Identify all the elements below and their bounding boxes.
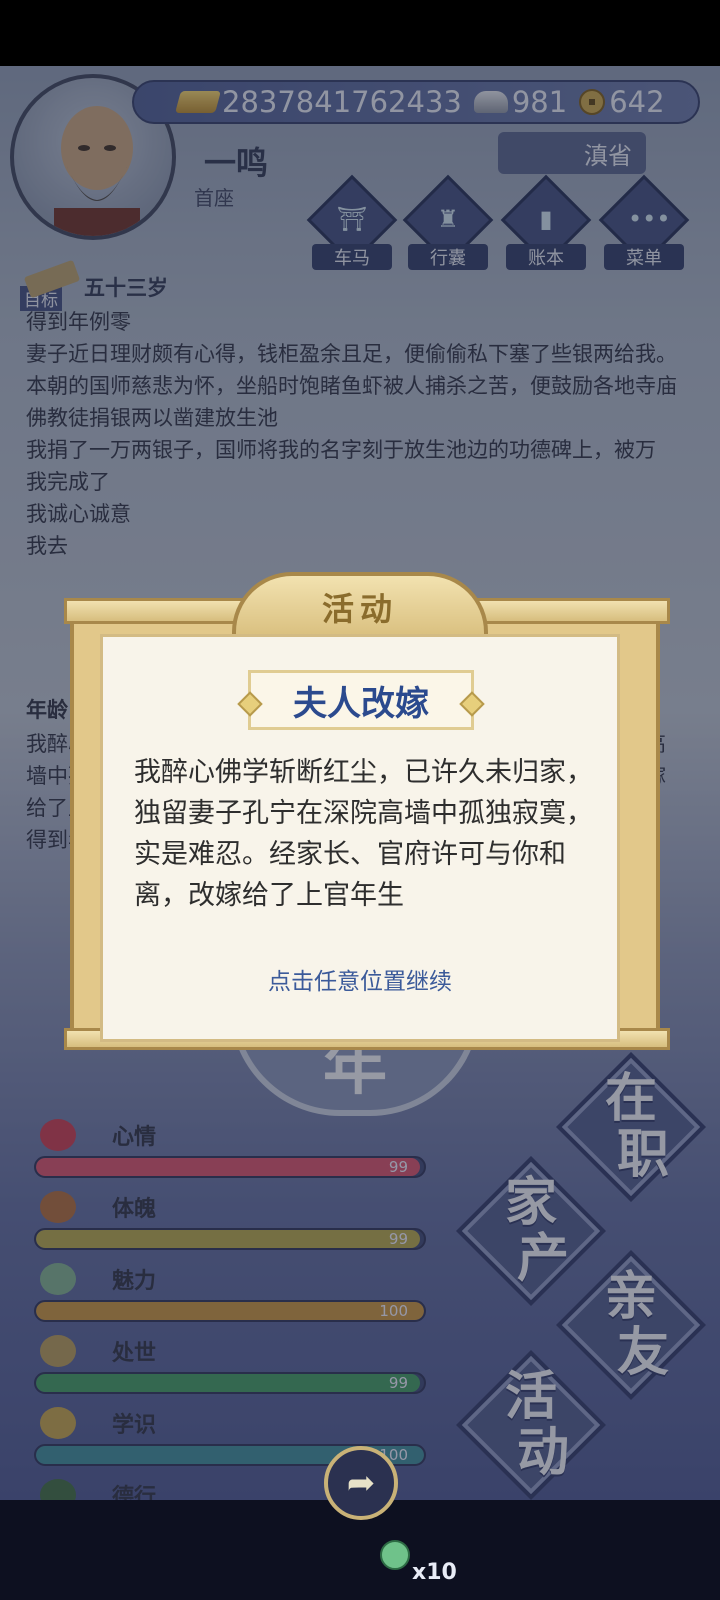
modal-tab: 活动	[232, 572, 488, 638]
modal-title-badge: 夫人改嫁	[248, 670, 474, 730]
share-button[interactable]: ➦	[324, 1446, 398, 1520]
modal-body: 我醉心佛学斩断红尘，已许久未归家，独留妻子孔宁在深院高墙中孤独寂寞，实是难忍。经…	[134, 757, 593, 911]
share-icon: ➦	[346, 1463, 376, 1503]
continue-hint[interactable]: 点击任意位置继续	[100, 962, 620, 996]
share-count: x10	[412, 1560, 457, 1585]
modal-title: 夫人改嫁	[293, 683, 429, 724]
status-bar	[0, 0, 720, 66]
reward-coin-icon	[380, 1540, 410, 1570]
modal-tab-label: 活动	[321, 590, 398, 628]
